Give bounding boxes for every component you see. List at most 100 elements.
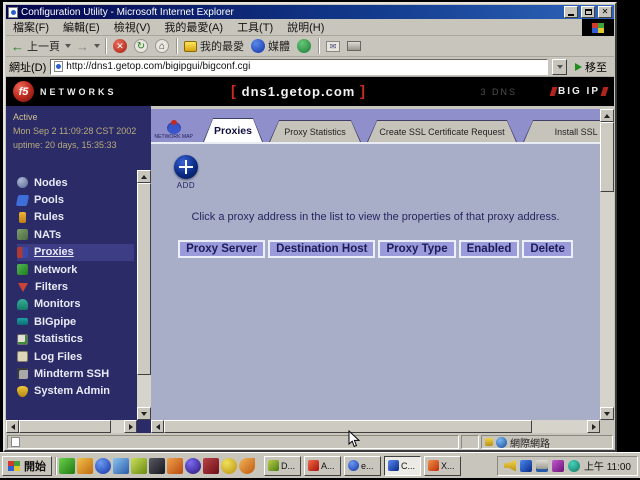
stop-button[interactable]: ✕ (110, 38, 130, 54)
history-button[interactable] (294, 38, 314, 54)
f5-wordmark: NETWORKS (40, 87, 117, 97)
sidebar-item-monitors[interactable]: Monitors (17, 296, 134, 313)
mail-button[interactable]: ✉ (323, 40, 343, 53)
back-dropdown-icon[interactable] (65, 44, 71, 48)
tab-install-ssl-certificate[interactable]: Install SSL Certif (523, 120, 600, 142)
sidebar-item-rules[interactable]: Rules (17, 209, 134, 226)
sidebar-item-statistics[interactable]: Statistics (17, 331, 134, 348)
tray-icon[interactable] (520, 460, 532, 472)
menu-tools[interactable]: 工具(T) (230, 18, 280, 36)
forward-button[interactable]: → (73, 39, 92, 54)
quicklaunch-icon[interactable] (95, 458, 111, 474)
quicklaunch-icon[interactable] (239, 458, 255, 474)
app-icon (268, 460, 279, 471)
scroll-right-icon[interactable] (587, 420, 600, 433)
quicklaunch-icon[interactable] (167, 458, 183, 474)
close-button[interactable]: ✕ (598, 6, 612, 18)
system-admin-icon (17, 386, 28, 397)
quicklaunch-icon[interactable] (131, 458, 147, 474)
refresh-button[interactable]: ↻ (131, 38, 151, 54)
taskbar-window-button[interactable]: D... (264, 456, 301, 476)
taskbar-window-button[interactable]: A... (304, 456, 341, 476)
f5-header: f5 NETWORKS [ dns1.getop.com ] 3 DNS BIG… (6, 77, 614, 106)
favorites-button[interactable]: 我的最愛 (181, 37, 247, 55)
sidebar-item-mindterm-ssh[interactable]: Mindterm SSH (17, 365, 134, 382)
back-button[interactable]: ← 上一頁 (8, 37, 63, 55)
scrollbar-thumb[interactable] (137, 183, 151, 375)
scrollbar-thumb[interactable] (600, 122, 614, 192)
desktop: Configuration Utility - Microsoft Intern… (0, 0, 640, 480)
forward-dropdown-icon[interactable] (94, 44, 100, 48)
quicklaunch-icon[interactable] (59, 458, 75, 474)
tab-create-ssl-certificate-request[interactable]: Create SSL Certificate Request (367, 120, 517, 142)
app-icon (348, 460, 359, 471)
sidebar-item-network[interactable]: Network (17, 261, 134, 278)
tab-proxies[interactable]: Proxies (203, 118, 263, 142)
maximize-button[interactable] (581, 6, 595, 18)
print-button[interactable] (344, 40, 364, 52)
home-button[interactable]: ⌂ (152, 38, 172, 54)
volume-icon[interactable] (504, 460, 516, 472)
taskbar-separator (55, 457, 56, 475)
tray-icon[interactable] (568, 460, 580, 472)
scrollbar-thumb[interactable] (19, 420, 111, 433)
capture-black-edge (617, 0, 640, 452)
menu-file[interactable]: 檔案(F) (6, 18, 56, 36)
menu-view[interactable]: 檢視(V) (107, 18, 158, 36)
content-vertical-scrollbar[interactable] (600, 109, 614, 420)
sidebar-item-system-admin[interactable]: System Admin (17, 383, 134, 400)
content-horizontal-scrollbar[interactable] (151, 420, 600, 433)
menu-edit[interactable]: 編輯(E) (56, 18, 107, 36)
taskbar-window-button-active[interactable]: C... (384, 456, 421, 476)
scroll-right-icon[interactable] (124, 420, 137, 433)
taskbar-window-button[interactable]: X... (424, 456, 461, 476)
system-info: Active Mon Sep 2 11:09:28 CST 2002 uptim… (6, 106, 151, 158)
scroll-left-icon[interactable] (151, 420, 164, 433)
quicklaunch-icon[interactable] (113, 458, 129, 474)
menu-help[interactable]: 說明(H) (280, 18, 331, 36)
scroll-left-icon[interactable] (6, 420, 19, 433)
taskbar-window-button[interactable]: e... (344, 456, 381, 476)
sidebar-item-nodes[interactable]: Nodes (17, 174, 134, 191)
sidebar-item-pools[interactable]: Pools (17, 191, 134, 208)
scroll-down-icon[interactable] (600, 407, 614, 420)
sidebar-item-filters[interactable]: Filters (17, 278, 134, 295)
content-frame: NETWORK MAP Proxies Proxy Statistics Cre… (151, 106, 614, 433)
sidebar-item-bigpipe[interactable]: BIGpipe (17, 313, 134, 330)
column-header-proxy-type: Proxy Type (378, 240, 455, 258)
quicklaunch-icon[interactable] (221, 458, 237, 474)
sidebar-vertical-scrollbar[interactable] (137, 170, 151, 420)
sidebar-horizontal-scrollbar[interactable] (6, 420, 137, 433)
main-area: Active Mon Sep 2 11:09:28 CST 2002 uptim… (6, 106, 614, 433)
scrollbar-thumb[interactable] (164, 420, 532, 433)
zone-label: 網際網路 (510, 435, 550, 449)
document-icon (11, 437, 20, 447)
network-map-label: NETWORK MAP (155, 134, 194, 139)
quicklaunch-icon[interactable] (203, 458, 219, 474)
quicklaunch-icon[interactable] (185, 458, 201, 474)
scroll-up-icon[interactable] (600, 109, 614, 122)
quicklaunch-icon[interactable] (149, 458, 165, 474)
favorites-icon (184, 41, 197, 52)
quicklaunch-icon[interactable] (77, 458, 93, 474)
lock-icon (485, 438, 493, 446)
scroll-down-icon[interactable] (137, 407, 151, 420)
display-icon[interactable] (536, 460, 548, 472)
sidebar-item-nats[interactable]: NATs (17, 226, 134, 243)
sidebar-item-log-files[interactable]: Log Files (17, 348, 134, 365)
log-files-icon (17, 351, 28, 362)
network-map-button[interactable]: NETWORK MAP (151, 111, 197, 142)
start-button[interactable]: 開始 (2, 456, 52, 476)
menu-favorites[interactable]: 我的最愛(A) (157, 18, 230, 36)
add-button[interactable] (174, 155, 198, 179)
address-dropdown-button[interactable] (552, 59, 567, 75)
scroll-up-icon[interactable] (137, 170, 151, 183)
sidebar-item-proxies[interactable]: Proxies (17, 244, 134, 261)
minimize-button[interactable] (564, 6, 578, 18)
tab-proxy-statistics[interactable]: Proxy Statistics (269, 120, 361, 142)
media-button[interactable]: 媒體 (248, 37, 293, 55)
go-button[interactable]: 移至 (571, 59, 611, 75)
address-input[interactable]: http://dns1.getop.com/bigipgui/bigconf.c… (50, 59, 548, 75)
ie-throbber (582, 19, 614, 36)
tray-icon[interactable] (552, 460, 564, 472)
